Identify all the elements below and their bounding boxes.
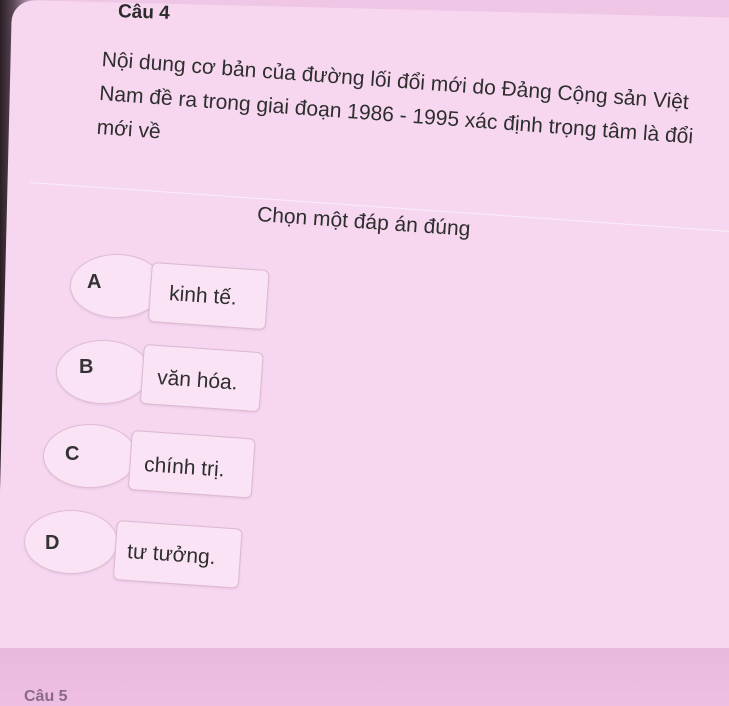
question-number: Câu 4 [117, 1, 171, 24]
option-c-circle[interactable] [43, 424, 137, 488]
option-a-letter: A [87, 271, 102, 293]
option-d-circle[interactable] [24, 510, 118, 574]
bottom-band [0, 648, 729, 706]
next-question-label: Câu 5 [24, 688, 68, 705]
option-d-letter: D [45, 532, 60, 554]
option-b-letter: B [79, 356, 94, 378]
option-a-text: kinh tế. [168, 282, 238, 310]
option-b-circle[interactable] [56, 340, 150, 404]
option-c-letter: C [65, 443, 80, 465]
